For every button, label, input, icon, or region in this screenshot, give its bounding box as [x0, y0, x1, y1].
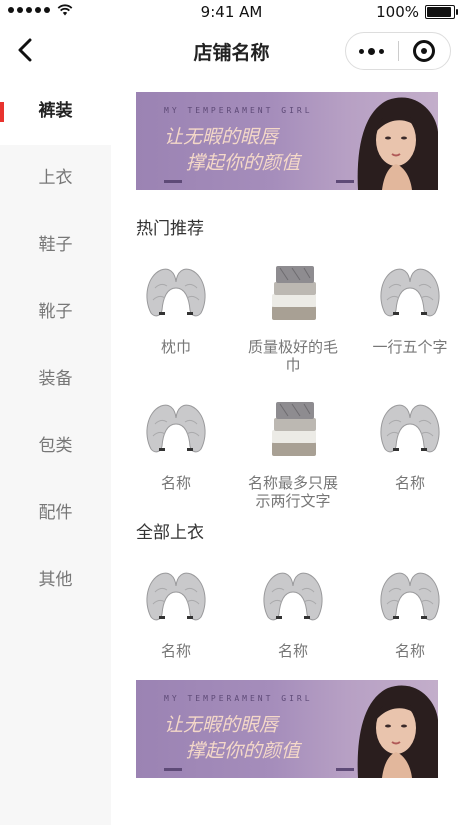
towel-image — [258, 258, 328, 328]
sidebar-item[interactable]: 其他 — [0, 547, 111, 614]
battery-percent: 100% — [376, 3, 419, 21]
pillow-image — [141, 258, 211, 328]
battery-icon — [425, 5, 458, 19]
banner-line-2: 撑起你的颜值 — [186, 152, 301, 174]
sidebar-item[interactable]: 裤装 — [0, 78, 111, 145]
category-sidebar: 裤装 上衣 鞋子 靴子 装备 包类 配件 其他 — [0, 78, 111, 825]
product-name: 名称 — [160, 642, 191, 660]
all-section-title: 全部上衣 — [136, 523, 204, 543]
product-name: 名称最多只展示两行文字 — [247, 474, 338, 510]
sidebar-item[interactable]: 包类 — [0, 413, 111, 480]
nav-bar: 店铺名称 — [0, 24, 463, 78]
product-item[interactable]: 名称 — [360, 562, 460, 660]
product-item[interactable]: 名称 — [126, 394, 226, 492]
sidebar-item[interactable]: 配件 — [0, 480, 111, 547]
product-name: 一行五个字 — [372, 338, 448, 356]
promo-banner-bottom[interactable]: MY TEMPERAMENT GIRL 让无暇的眼唇 撑起你的颜值 — [136, 680, 438, 778]
product-item[interactable]: 名称 — [126, 562, 226, 660]
more-menu-button[interactable] — [346, 33, 398, 69]
banner-model-image — [357, 685, 438, 778]
product-item[interactable]: 名称最多只展示两行文字 — [243, 394, 343, 510]
product-item[interactable]: 枕巾 — [126, 258, 226, 356]
close-mini-program-button[interactable] — [398, 33, 450, 69]
product-name: 名称 — [394, 642, 425, 660]
sidebar-item[interactable]: 鞋子 — [0, 212, 111, 279]
status-bar: 9:41 AM 100% — [0, 0, 463, 24]
banner-line-1: 让无暇的眼唇 — [164, 714, 279, 736]
pillow-image — [141, 394, 211, 464]
product-name: 名称 — [394, 474, 425, 492]
more-dots-icon — [359, 48, 365, 54]
banner-line-1: 让无暇的眼唇 — [164, 126, 279, 148]
banner-model-image — [357, 97, 438, 190]
pillow-image — [375, 258, 445, 328]
sidebar-item[interactable]: 靴子 — [0, 279, 111, 346]
pillow-image — [375, 394, 445, 464]
hot-section-title: 热门推荐 — [136, 219, 204, 239]
product-item[interactable]: 名称 — [360, 394, 460, 492]
banner-line-2: 撑起你的颜值 — [186, 740, 301, 762]
product-item[interactable]: 质量极好的毛巾 — [243, 258, 343, 374]
product-item[interactable]: 一行五个字 — [360, 258, 460, 356]
main-content: MY TEMPERAMENT GIRL 让无暇的眼唇 撑起你的颜值 热门推荐 枕… — [111, 78, 463, 825]
towel-image — [258, 394, 328, 464]
sidebar-item[interactable]: 上衣 — [0, 145, 111, 212]
promo-banner[interactable]: MY TEMPERAMENT GIRL 让无暇的眼唇 撑起你的颜值 — [136, 92, 438, 190]
mini-program-capsule — [345, 32, 451, 70]
pillow-image — [375, 562, 445, 632]
product-name: 名称 — [277, 642, 308, 660]
product-name: 质量极好的毛巾 — [247, 338, 338, 374]
pillow-image — [258, 562, 328, 632]
banner-subtitle: MY TEMPERAMENT GIRL — [164, 694, 313, 703]
target-icon — [413, 40, 436, 62]
product-name: 枕巾 — [160, 338, 191, 356]
banner-subtitle: MY TEMPERAMENT GIRL — [164, 106, 313, 115]
product-item[interactable]: 名称 — [243, 562, 343, 660]
product-name: 名称 — [160, 474, 191, 492]
sidebar-item[interactable]: 装备 — [0, 346, 111, 413]
pillow-image — [141, 562, 211, 632]
